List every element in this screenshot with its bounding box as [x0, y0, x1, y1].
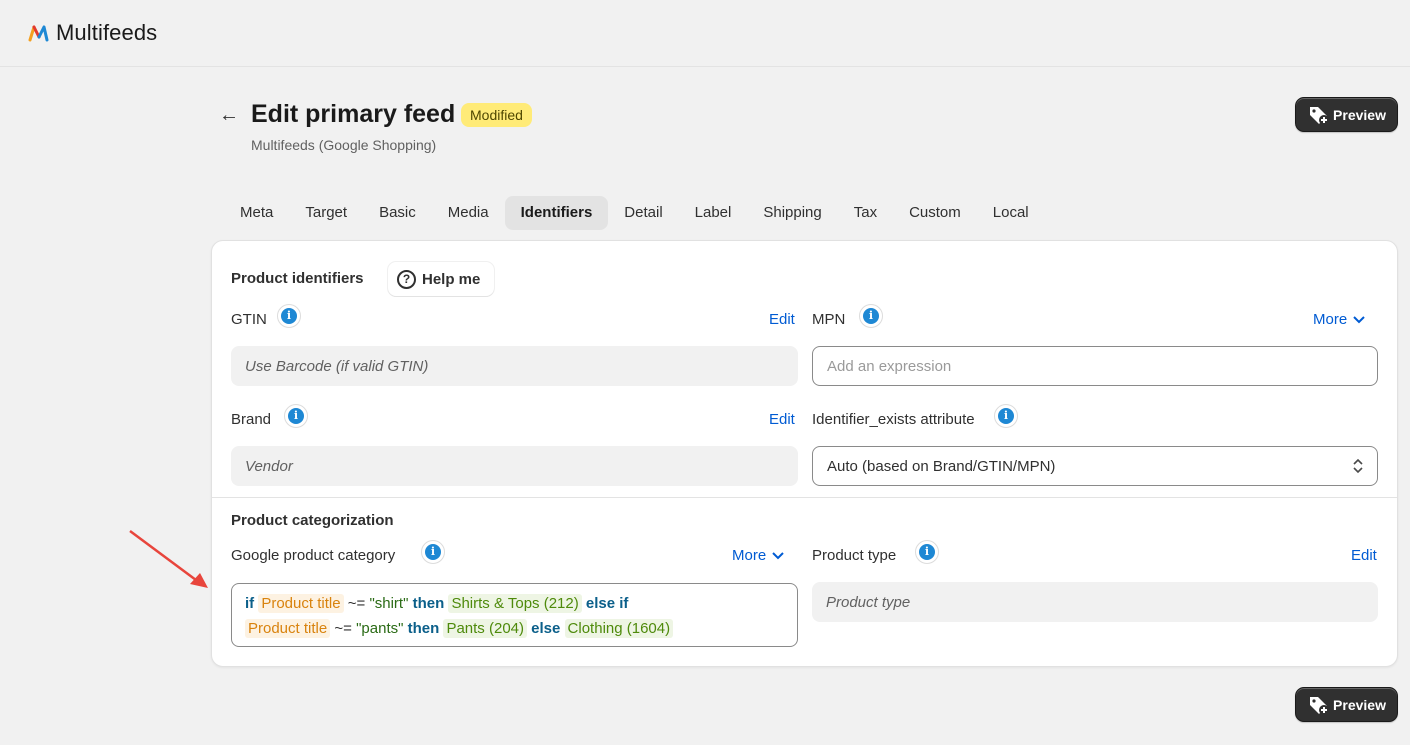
mpn-more-label: More: [1313, 311, 1348, 328]
mpn-input[interactable]: Add an expression: [812, 346, 1378, 386]
string-token: "shirt": [369, 595, 409, 612]
top-bar: Multifeeds: [0, 0, 1410, 67]
keyword-then: then: [407, 620, 440, 637]
tab-tax[interactable]: Tax: [838, 196, 893, 230]
string-token: "pants": [356, 620, 404, 637]
keyword-then: then: [412, 595, 445, 612]
product-categorization-title: Product categorization: [231, 512, 394, 529]
tab-detail[interactable]: Detail: [608, 196, 678, 230]
brand-field[interactable]: Vendor: [231, 446, 798, 486]
mpn-label: MPN: [812, 311, 846, 328]
tab-media[interactable]: Media: [432, 196, 505, 230]
help-label: Help me: [422, 270, 481, 288]
tag-plus-icon: [1310, 696, 1330, 715]
keyword-else-if: else if: [585, 595, 629, 612]
app-name: Multifeeds: [56, 20, 158, 45]
mpn-info-icon[interactable]: i: [859, 304, 883, 328]
page-subtitle: Multifeeds (Google Shopping): [251, 137, 437, 153]
identifiers-card: Product identifiers ? Help me GTIN i Edi…: [211, 240, 1398, 667]
brand-info-icon[interactable]: i: [284, 404, 308, 428]
tag-plus-icon: [1310, 106, 1330, 125]
identifier-exists-label: Identifier_exists attribute: [812, 411, 975, 428]
preview-label: Preview: [1333, 106, 1386, 123]
attribute-token: Product title: [258, 594, 344, 613]
gtin-field[interactable]: Use Barcode (if valid GTIN): [231, 346, 798, 386]
tab-local[interactable]: Local: [977, 196, 1045, 230]
category-token: Pants (204): [443, 619, 527, 638]
preview-button-bottom[interactable]: Preview: [1295, 687, 1398, 722]
back-button[interactable]: ←: [218, 104, 240, 126]
chevron-down-icon: [772, 551, 784, 559]
google-category-more-link[interactable]: More: [732, 547, 784, 564]
tab-meta[interactable]: Meta: [224, 196, 289, 230]
chevron-down-icon: [1353, 315, 1365, 323]
section-divider: [212, 497, 1397, 498]
keyword-else: else: [531, 620, 561, 637]
page-title: Edit primary feed: [251, 100, 456, 128]
google-category-expression[interactable]: if Product title ~= "shirt" then Shirts …: [231, 583, 798, 647]
brand-label: Brand: [231, 411, 272, 428]
google-category-label: Google product category: [231, 547, 396, 564]
identifier-exists-value: Auto (based on Brand/GTIN/MPN): [827, 457, 1056, 475]
tab-basic[interactable]: Basic: [363, 196, 432, 230]
operator-token: ~=: [334, 620, 352, 637]
operator-token: ~=: [347, 595, 366, 612]
preview-label: Preview: [1333, 696, 1386, 713]
product-type-edit-link[interactable]: Edit: [1351, 547, 1377, 564]
google-category-more-label: More: [732, 547, 767, 564]
gtin-info-icon[interactable]: i: [277, 304, 301, 328]
tab-label[interactable]: Label: [679, 196, 748, 230]
identifier-exists-select[interactable]: Auto (based on Brand/GTIN/MPN): [812, 446, 1378, 486]
app-logo[interactable]: Multifeeds: [28, 20, 157, 46]
tab-custom[interactable]: Custom: [893, 196, 977, 230]
keyword-if: if: [245, 595, 255, 612]
tab-target[interactable]: Target: [289, 196, 363, 230]
annotation-arrow: [129, 529, 208, 588]
mpn-more-link[interactable]: More: [1313, 311, 1365, 328]
gtin-edit-link[interactable]: Edit: [769, 311, 795, 328]
identifier-exists-info-icon[interactable]: i: [994, 404, 1018, 428]
product-type-info-icon[interactable]: i: [915, 540, 939, 564]
help-me-button[interactable]: ? Help me: [388, 262, 495, 296]
product-identifiers-title: Product identifiers: [231, 270, 364, 287]
product-type-label: Product type: [812, 547, 897, 564]
category-token: Shirts & Tops (212): [448, 594, 582, 613]
google-category-info-icon[interactable]: i: [421, 540, 445, 564]
brand-edit-link[interactable]: Edit: [769, 411, 795, 428]
preview-button[interactable]: Preview: [1295, 97, 1398, 132]
multifeeds-logo-icon: [28, 25, 49, 42]
category-token: Clothing (1604): [564, 619, 674, 638]
arrow-left-icon: ←: [219, 103, 239, 126]
product-type-field[interactable]: Product type: [812, 582, 1378, 622]
question-icon: ?: [397, 269, 416, 289]
select-arrows-icon: [1353, 458, 1363, 474]
gtin-label: GTIN: [231, 311, 267, 328]
tab-bar: Meta Target Basic Media Identifiers Deta…: [224, 196, 1045, 230]
attribute-token: Product title: [245, 619, 331, 638]
status-badge: Modified: [461, 103, 532, 127]
tab-shipping[interactable]: Shipping: [747, 196, 837, 230]
tab-identifiers[interactable]: Identifiers: [504, 196, 609, 230]
